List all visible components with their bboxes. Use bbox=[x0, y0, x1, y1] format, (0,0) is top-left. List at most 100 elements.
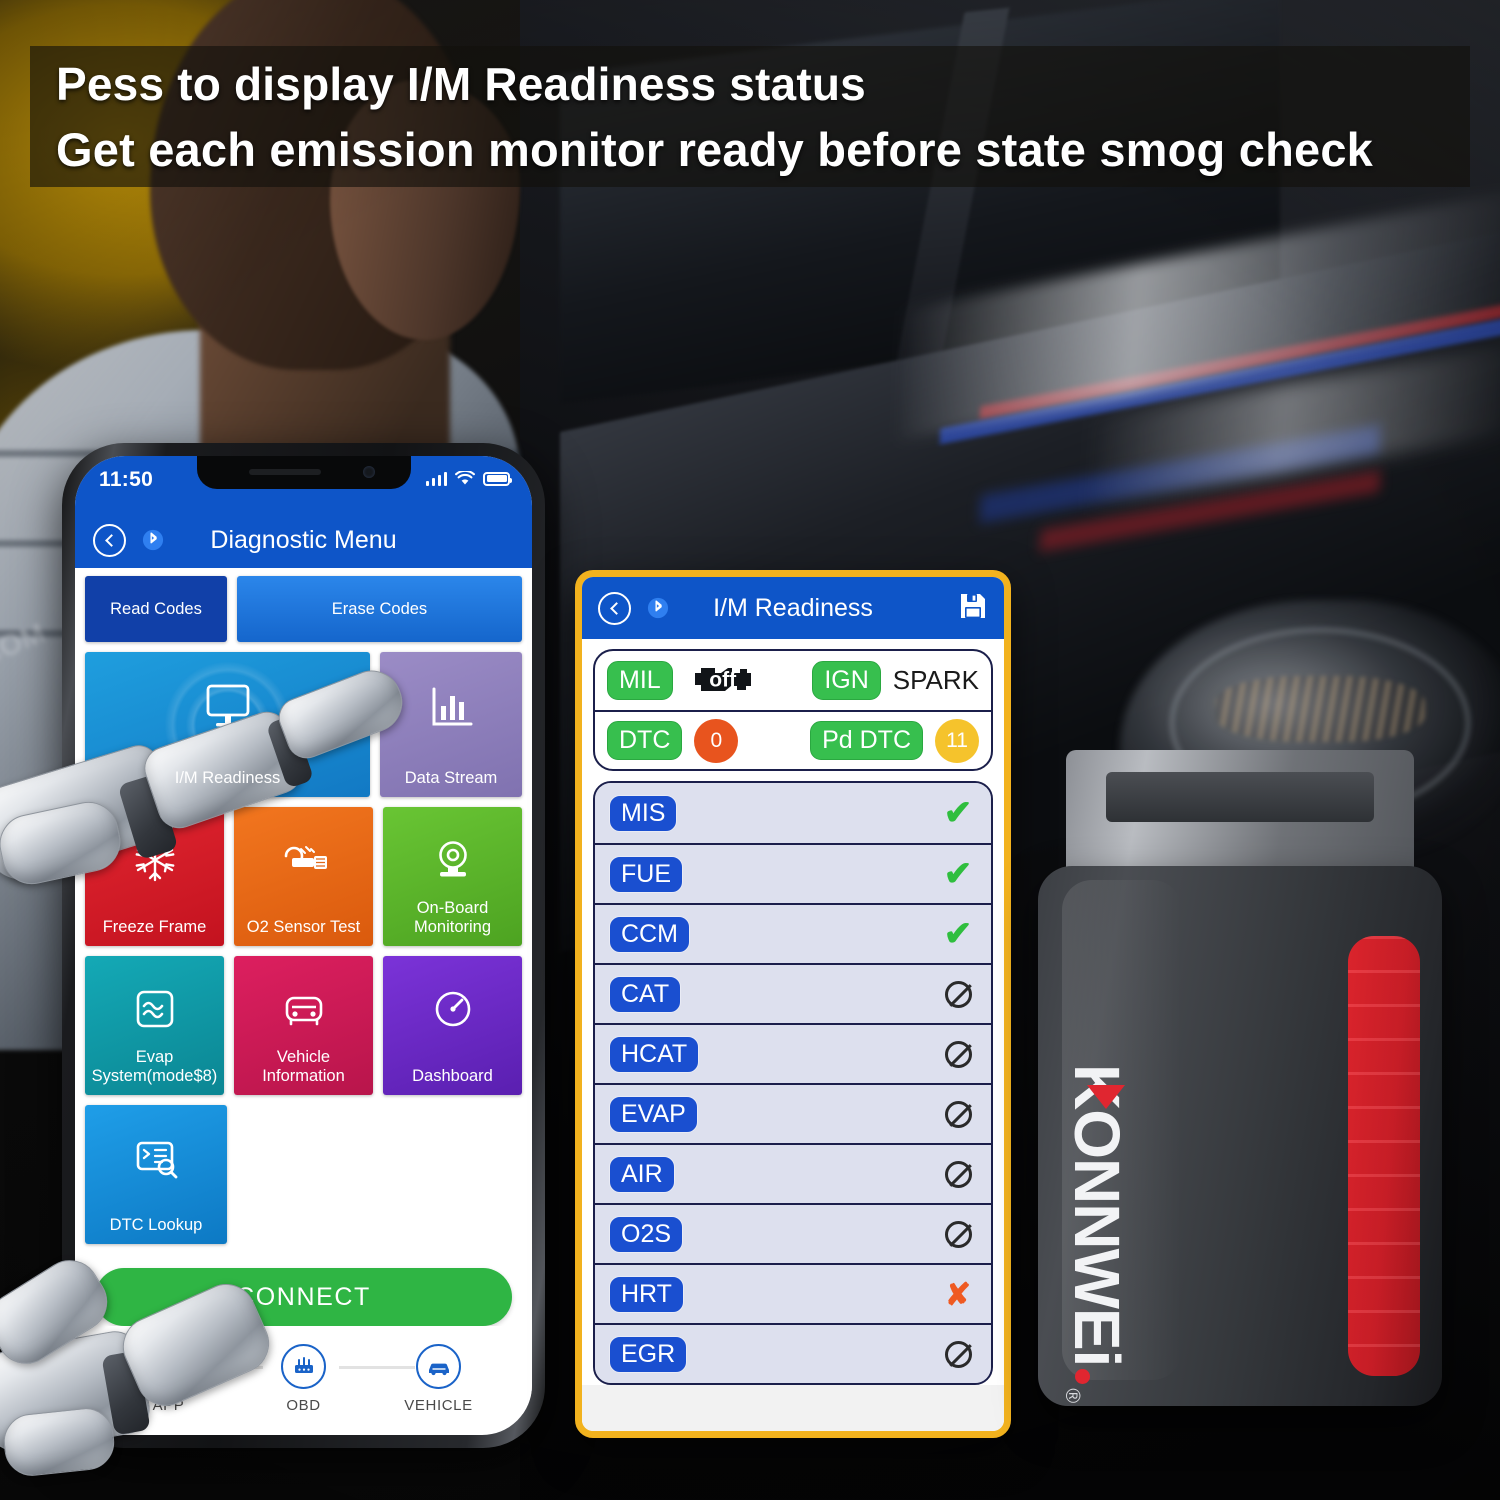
tile-label: DTC Lookup bbox=[109, 1216, 203, 1234]
monitor-row: FUE ✔ bbox=[595, 843, 991, 903]
adapter-connector-slot bbox=[1106, 772, 1374, 822]
status-ready-check-icon: ✔ bbox=[943, 915, 973, 953]
tile-label: Vehicle Information bbox=[262, 1048, 345, 1085]
status-ready-check-icon: ✔ bbox=[943, 794, 973, 832]
bluetooth-icon bbox=[142, 529, 164, 551]
logo-letters-onnwe: ONNWE bbox=[1061, 1109, 1133, 1350]
tile-dashboard[interactable]: Dashboard bbox=[383, 956, 522, 1095]
save-floppy-icon[interactable] bbox=[958, 591, 988, 626]
monitor-row: EGR bbox=[595, 1323, 991, 1383]
monitor-name-tag: O2S bbox=[609, 1215, 684, 1253]
back-chevron-icon[interactable] bbox=[93, 523, 126, 557]
im-panel-footer bbox=[582, 1385, 1004, 1431]
engine-icon: off bbox=[685, 661, 761, 700]
summary-cell-pending-dtc: Pd DTC 11 bbox=[810, 718, 979, 763]
tile-read-codes[interactable]: Read Codes bbox=[85, 576, 227, 642]
monitor-row: HRT ✘ bbox=[595, 1263, 991, 1323]
earpiece-speaker-icon bbox=[248, 469, 321, 475]
tile-label: Freeze Frame bbox=[102, 918, 207, 936]
monitor-list: MIS ✔ FUE ✔ CCM ✔ CAT HCAT EVAP AIR O2S HRT ✘ EGR bbox=[593, 781, 993, 1385]
monitor-name-tag: HRT bbox=[609, 1275, 684, 1313]
status-ready-check-icon: ✔ bbox=[943, 855, 973, 893]
tile-evap-system[interactable]: Evap System(mode$8) bbox=[85, 956, 224, 1095]
tile-label: I/M Readiness bbox=[174, 769, 281, 787]
obd-adapter-icon bbox=[281, 1344, 326, 1389]
monitor-name-tag: EVAP bbox=[609, 1095, 698, 1133]
monitor-row: AIR bbox=[595, 1143, 991, 1203]
bar-chart-icon bbox=[380, 652, 522, 763]
dtc-label: DTC bbox=[607, 721, 683, 760]
tile-im-readiness[interactable]: I/M Readiness bbox=[85, 652, 370, 797]
oxygen-sensor-icon bbox=[234, 807, 373, 912]
im-summary-box: MIL off IGN SPARK DTC 0 Pd DTC 11 bbox=[593, 649, 993, 771]
wifi-icon bbox=[455, 471, 475, 485]
im-readiness-panel: I/M Readiness MIL off IGN SPARK DTC 0 Pd… bbox=[575, 570, 1011, 1438]
mil-label: MIL bbox=[607, 661, 673, 700]
tile-vehicle-information[interactable]: Vehicle Information bbox=[234, 956, 373, 1095]
logo-red-dot-icon bbox=[1075, 1369, 1090, 1385]
monitor-name-tag: CAT bbox=[609, 975, 682, 1013]
connection-steps: APP OBD VEHICLE bbox=[75, 1326, 532, 1414]
summary-row-dtc: DTC 0 Pd DTC 11 bbox=[595, 710, 991, 769]
status-not-ready-cross-icon: ✘ bbox=[945, 1276, 971, 1312]
tile-label: Evap System(mode$8) bbox=[91, 1048, 218, 1085]
monitor-name-tag: AIR bbox=[609, 1155, 675, 1193]
step-obd[interactable]: OBD bbox=[258, 1344, 350, 1414]
tile-data-stream[interactable]: Data Stream bbox=[380, 652, 522, 797]
adapter-obd-connector bbox=[1066, 750, 1414, 880]
monitor-name-tag: EGR bbox=[609, 1335, 688, 1373]
tile-label: On-Board Monitoring bbox=[413, 899, 492, 936]
back-chevron-icon[interactable] bbox=[598, 591, 631, 625]
car-front-icon bbox=[234, 956, 373, 1061]
step-connector-line bbox=[187, 1366, 263, 1369]
headline-banner: Pess to display I/M Readiness status Get… bbox=[30, 46, 1470, 187]
adapter-red-grip bbox=[1348, 936, 1420, 1376]
monitor-row: HCAT bbox=[595, 1023, 991, 1083]
step-label: VEHICLE bbox=[404, 1397, 473, 1414]
monitor-name-tag: FUE bbox=[609, 855, 683, 893]
logo-letter-i: i bbox=[1061, 1349, 1133, 1367]
step-connector-line bbox=[339, 1366, 415, 1369]
step-vehicle[interactable]: VEHICLE bbox=[393, 1344, 485, 1414]
adapter-body: K ONNWE i ® bbox=[1038, 866, 1442, 1406]
tile-label: Dashboard bbox=[412, 1067, 493, 1085]
tile-label: Erase Codes bbox=[331, 599, 428, 618]
konnwei-logo: K ONNWE i ® bbox=[1060, 1064, 1134, 1403]
tile-dtc-lookup[interactable]: DTC Lookup bbox=[85, 1105, 227, 1244]
monitor-row: O2S bbox=[595, 1203, 991, 1263]
im-page-title: I/M Readiness bbox=[713, 593, 873, 622]
monitor-name-tag: HCAT bbox=[609, 1035, 700, 1073]
tile-freeze-frame[interactable]: Freeze Frame bbox=[85, 807, 224, 946]
logo-registered-mark: ® bbox=[1061, 1388, 1083, 1404]
connect-button[interactable]: CONNECT bbox=[95, 1268, 512, 1326]
tile-label: O2 Sensor Test bbox=[246, 918, 361, 936]
step-app[interactable]: APP bbox=[123, 1344, 215, 1414]
tile-o2-sensor-test[interactable]: O2 Sensor Test bbox=[234, 807, 373, 946]
phone-nav-bar: Diagnostic Menu bbox=[75, 512, 532, 568]
logo-red-chevron-icon bbox=[1087, 1085, 1125, 1109]
car-icon bbox=[416, 1344, 461, 1389]
battery-icon bbox=[483, 471, 512, 486]
bluetooth-icon bbox=[647, 597, 669, 619]
status-not-available-icon bbox=[941, 1097, 975, 1131]
front-camera-icon bbox=[362, 466, 375, 478]
status-not-available-icon bbox=[941, 977, 975, 1011]
tile-erase-codes[interactable]: Erase Codes bbox=[237, 576, 522, 642]
monitor-row: CAT bbox=[595, 963, 991, 1023]
app-icon bbox=[146, 1344, 191, 1389]
monitor-name-tag: MIS bbox=[609, 794, 678, 832]
step-label: OBD bbox=[286, 1397, 321, 1414]
im-body: MIL off IGN SPARK DTC 0 Pd DTC 11 MIS ✔ … bbox=[582, 639, 1004, 1385]
camera-icon bbox=[383, 807, 522, 912]
mil-status-text: off bbox=[709, 668, 737, 692]
headline-line-2: Get each emission monitor ready before s… bbox=[56, 122, 1373, 176]
pd-dtc-label: Pd DTC bbox=[810, 721, 923, 760]
tile-on-board-monitoring[interactable]: On-Board Monitoring bbox=[383, 807, 522, 946]
monitor-icon bbox=[85, 652, 370, 763]
ign-value: SPARK bbox=[892, 665, 979, 695]
summary-cell-ign: IGN SPARK bbox=[812, 661, 979, 700]
signal-bars-icon bbox=[425, 471, 447, 486]
ign-label: IGN bbox=[812, 661, 881, 700]
diagnostic-menu-grid: Read Codes Erase Codes I/M Readiness Dat… bbox=[75, 568, 532, 1244]
monitor-name-tag: CCM bbox=[609, 915, 690, 953]
